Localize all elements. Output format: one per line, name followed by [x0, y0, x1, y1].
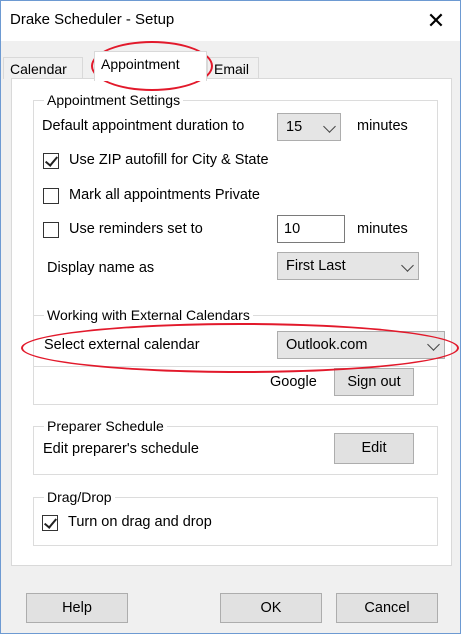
- group-label: Drag/Drop: [44, 489, 115, 505]
- group-label: Working with External Calendars: [44, 307, 253, 323]
- window-title: Drake Scheduler - Setup: [10, 11, 175, 28]
- tab-calendar-label: Calendar: [10, 61, 67, 77]
- private-label: Mark all appointments Private: [69, 187, 260, 203]
- duration-select[interactable]: 15: [277, 113, 341, 141]
- external-calendar-value: Outlook.com: [286, 337, 368, 353]
- edit-label: Edit: [361, 440, 387, 456]
- duration-label: Default appointment duration to: [42, 118, 245, 134]
- tab-email-label: Email: [214, 61, 250, 77]
- title-bar: Drake Scheduler - Setup ✕: [1, 1, 460, 41]
- tab-calendar[interactable]: Calendar: [3, 57, 83, 79]
- display-name-select[interactable]: First Last: [277, 252, 419, 280]
- cancel-label: Cancel: [364, 600, 410, 616]
- cancel-button[interactable]: Cancel: [336, 593, 438, 623]
- private-checkbox[interactable]: [43, 188, 59, 204]
- reminders-unit: minutes: [357, 221, 408, 237]
- close-icon[interactable]: ✕: [418, 5, 454, 37]
- chevron-down-icon: [323, 120, 336, 133]
- edit-schedule-label: Edit preparer's schedule: [43, 441, 199, 457]
- footer-bar: Help OK Cancel: [1, 567, 460, 633]
- setup-dialog: Drake Scheduler - Setup ✕ Calendar Appoi…: [0, 0, 461, 634]
- tab-panel-appointment: Appointment Settings Default appointment…: [11, 78, 452, 566]
- help-button[interactable]: Help: [26, 593, 128, 623]
- reminders-label: Use reminders set to: [69, 221, 203, 237]
- tab-appointment-label: Appointment: [101, 56, 180, 72]
- sign-out-label: Sign out: [347, 374, 401, 390]
- reminders-checkbox[interactable]: [43, 222, 59, 238]
- duration-unit: minutes: [357, 118, 408, 134]
- group-label: Preparer Schedule: [44, 418, 167, 434]
- ok-label: OK: [260, 600, 282, 616]
- external-calendar-label: Select external calendar: [44, 337, 200, 353]
- account-label: Google: [270, 374, 317, 390]
- help-label: Help: [62, 600, 92, 616]
- duration-value: 15: [286, 119, 303, 135]
- external-calendar-select[interactable]: Outlook.com: [277, 331, 445, 359]
- chevron-down-icon: [427, 338, 440, 351]
- drag-drop-checkbox[interactable]: [42, 515, 58, 531]
- reminders-value: 10: [284, 221, 301, 237]
- zip-autofill-checkbox[interactable]: [43, 153, 59, 169]
- edit-schedule-button[interactable]: Edit: [334, 433, 414, 464]
- drag-drop-label: Turn on drag and drop: [68, 514, 212, 530]
- tab-email[interactable]: Email: [207, 57, 259, 79]
- chevron-down-icon: [401, 259, 414, 272]
- group-label: Appointment Settings: [44, 92, 184, 108]
- zip-autofill-label: Use ZIP autofill for City & State: [69, 152, 269, 168]
- display-name-value: First Last: [286, 258, 346, 274]
- ok-button[interactable]: OK: [220, 593, 322, 623]
- sign-out-button[interactable]: Sign out: [334, 368, 414, 396]
- reminders-minutes-input[interactable]: 10: [277, 215, 345, 243]
- tab-appointment[interactable]: Appointment: [94, 51, 207, 81]
- display-name-label: Display name as: [47, 260, 155, 276]
